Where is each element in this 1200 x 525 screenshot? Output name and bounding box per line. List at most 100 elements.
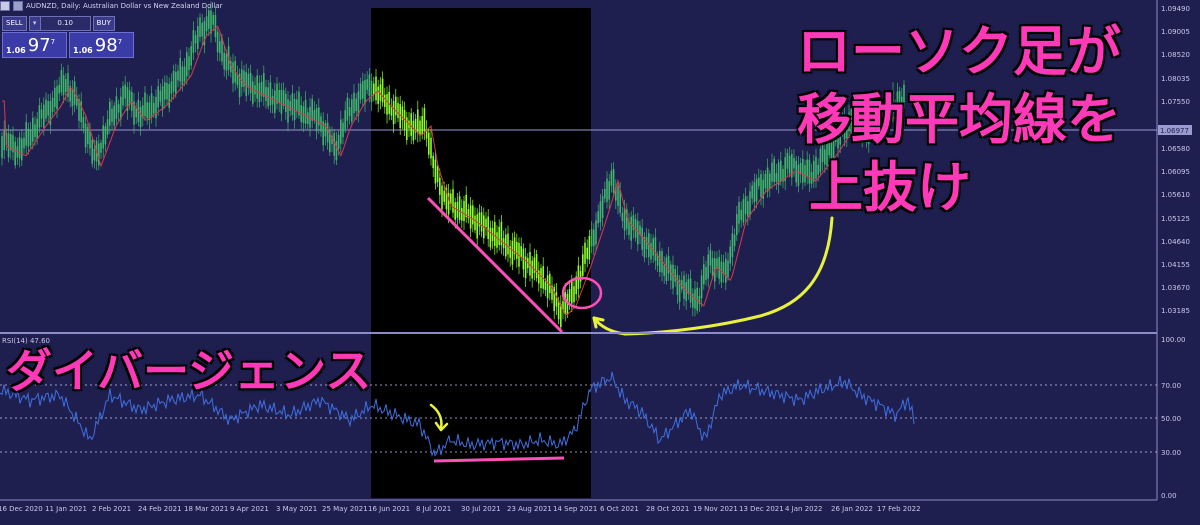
chevron-down-icon[interactable]: ▾	[29, 16, 41, 30]
candle-body	[775, 172, 778, 182]
candle-body	[665, 257, 668, 282]
candle-body	[139, 106, 142, 128]
candle-body	[689, 278, 692, 303]
candle-body	[650, 243, 652, 260]
candle-body	[18, 137, 21, 159]
candle-body	[705, 266, 707, 281]
candle-body	[606, 178, 608, 202]
candle-body	[725, 258, 727, 283]
candle-body	[487, 216, 489, 240]
date-label: 8 Jul 2021	[416, 505, 451, 513]
candle-body	[172, 70, 175, 92]
candle-body	[155, 96, 157, 119]
date-label: 13 Dec 2021	[739, 505, 784, 513]
buy-quote-button[interactable]: 1.06 98 7	[69, 32, 134, 58]
candle-body	[751, 185, 753, 199]
candle-body	[245, 72, 247, 97]
candle-body	[249, 72, 252, 94]
candle-body	[159, 90, 162, 102]
candle-body	[419, 120, 421, 136]
candle-body	[335, 140, 338, 161]
date-label: 28 Oct 2021	[646, 505, 689, 513]
candle-body	[755, 178, 758, 202]
quote-row: 1.06 97 7 1.06 98 7	[2, 32, 136, 58]
crossover-annotation: ローソク足が 移動平均線を 上抜け	[797, 18, 1167, 222]
candle-body	[465, 194, 467, 218]
candle-body	[210, 10, 212, 34]
buy-price-big: 98	[94, 35, 118, 56]
time-axis-labels: 16 Dec 2020 11 Jan 2021 2 Feb 2021 24 Fe…	[0, 505, 921, 513]
candle-body	[601, 196, 604, 219]
candle-body	[194, 35, 197, 44]
candle-body	[84, 123, 87, 148]
candle-body	[771, 162, 773, 182]
candle-body	[498, 226, 500, 245]
lot-size-input[interactable]: ▾ 0.10	[28, 15, 91, 31]
annotation-line: 移動平均線を	[797, 88, 1121, 151]
candle-body	[423, 108, 426, 132]
candle-body	[348, 107, 351, 117]
panel-separator[interactable]	[0, 332, 1157, 334]
candle-body	[753, 182, 756, 203]
candle-body	[588, 235, 591, 260]
candle-body	[641, 227, 643, 250]
candle-body	[722, 262, 725, 274]
candle-body	[346, 97, 349, 121]
candle-body	[115, 96, 118, 119]
candle-body	[40, 109, 43, 119]
candle-body	[476, 214, 478, 239]
candle-body	[34, 124, 36, 137]
candle-body	[738, 201, 740, 224]
candle-body	[769, 173, 771, 189]
candle-body	[564, 292, 566, 315]
candle-body	[179, 58, 181, 82]
candle-body	[674, 269, 676, 282]
candle-body	[428, 132, 430, 155]
rsi-level-label: 30.00	[1161, 449, 1181, 457]
candle-body	[315, 107, 318, 132]
date-label: 4 Jan 2022	[785, 505, 823, 513]
candle-body	[102, 125, 104, 149]
sell-button[interactable]: SELL	[2, 15, 27, 31]
candle-body	[29, 129, 32, 146]
candle-body	[742, 199, 745, 223]
candle-body	[353, 92, 355, 113]
trade-controls-row: SELL ▾ 0.10 BUY	[2, 15, 136, 31]
candle-body	[120, 96, 122, 120]
price-label: 1.04155	[1161, 261, 1190, 269]
candle-body	[219, 41, 221, 54]
candle-body	[747, 201, 749, 217]
candle-body	[175, 71, 177, 94]
candle-body	[461, 208, 463, 221]
candle-body	[247, 73, 250, 87]
lot-size-value: 0.10	[57, 19, 73, 27]
candle-body	[153, 102, 155, 114]
candle-body	[584, 242, 586, 264]
date-label: 11 Jan 2021	[45, 505, 87, 513]
candle-body	[687, 279, 690, 294]
date-label: 14 Sep 2021	[553, 505, 597, 513]
candle-body	[214, 15, 217, 38]
candle-body	[296, 99, 298, 111]
candle-body	[496, 232, 498, 248]
candle-body	[458, 196, 461, 220]
annotation-line: ローソク足が	[797, 20, 1121, 83]
candle-body	[549, 273, 551, 294]
candle-body	[582, 254, 584, 276]
candle-body	[45, 99, 47, 119]
candle-body	[289, 100, 291, 112]
buy-button[interactable]: BUY	[92, 15, 115, 31]
candle-body	[232, 62, 234, 84]
candle-body	[386, 94, 388, 115]
candle-body	[197, 26, 199, 49]
candle-body	[707, 254, 709, 279]
candle-body	[131, 92, 133, 111]
candle-body	[122, 86, 124, 106]
chart-window: 1.06977 1.09490 1.09005 1.08520 1.08035 …	[0, 0, 1200, 525]
candle-body	[25, 122, 27, 146]
sell-quote-button[interactable]: 1.06 97 7	[2, 32, 67, 58]
candle-body	[199, 17, 201, 38]
candle-body	[736, 214, 738, 236]
candle-body	[718, 256, 720, 279]
candle-body	[758, 177, 760, 187]
